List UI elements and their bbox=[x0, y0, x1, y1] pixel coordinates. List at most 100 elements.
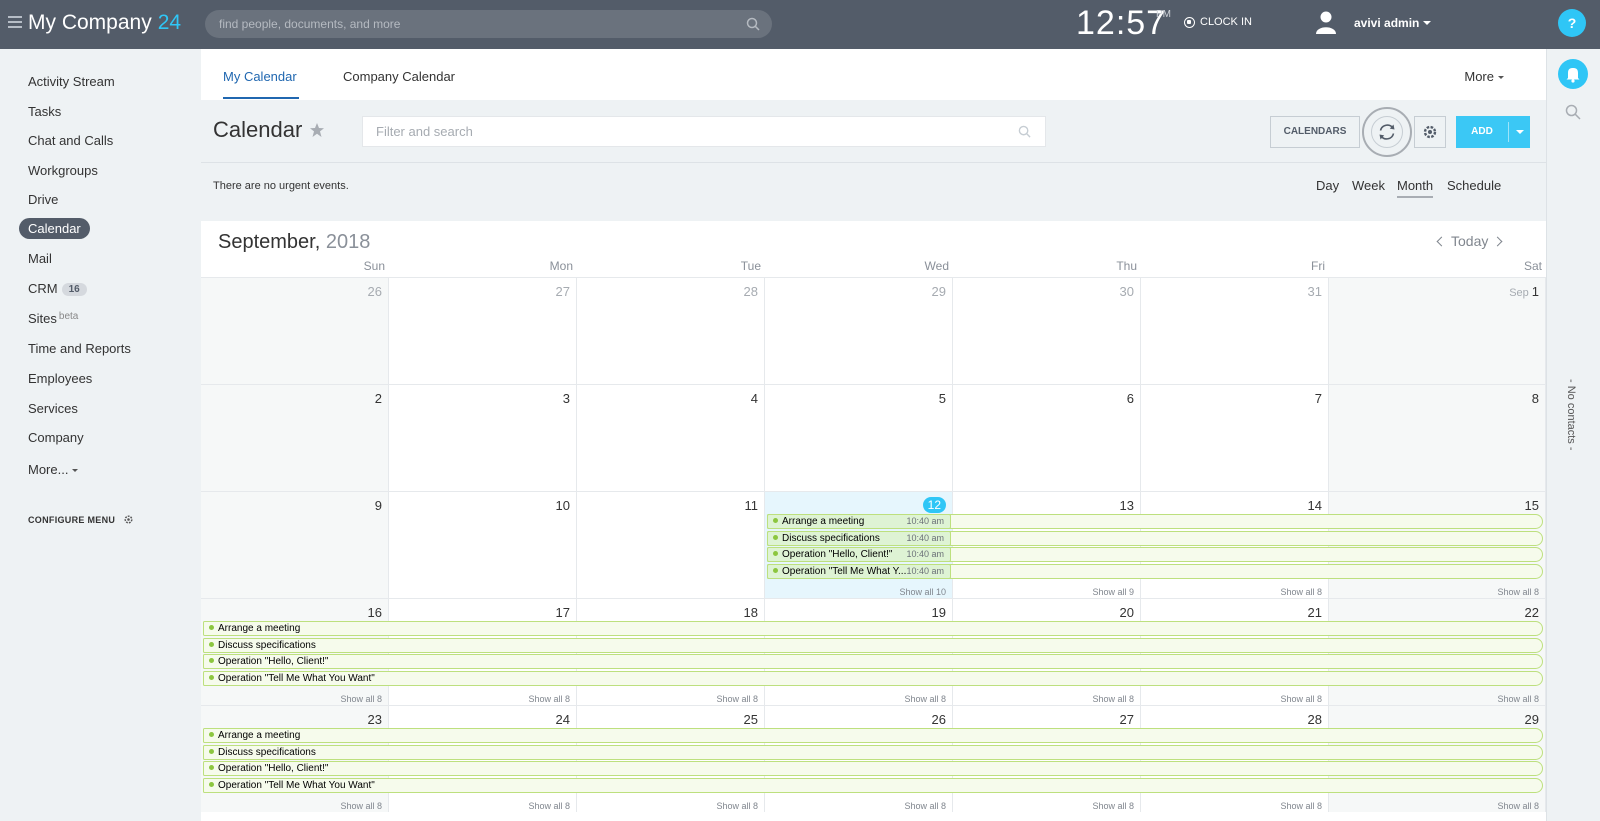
chevron-down-icon[interactable] bbox=[1516, 130, 1524, 134]
global-search[interactable] bbox=[205, 10, 772, 38]
show-all-link[interactable]: Show all 8 bbox=[1092, 694, 1134, 704]
calendar-day[interactable]: 31 bbox=[1141, 277, 1329, 384]
calendar-event[interactable]: Operation "Tell Me What You Want" bbox=[203, 670, 1543, 686]
filter-search-input[interactable] bbox=[376, 117, 996, 146]
event-dot-icon bbox=[773, 534, 778, 540]
settings-button[interactable] bbox=[1414, 116, 1446, 148]
sync-button[interactable] bbox=[1362, 107, 1412, 157]
calendar-day[interactable]: 5 bbox=[765, 384, 953, 491]
chevron-down-icon[interactable] bbox=[1423, 21, 1431, 25]
show-all-link[interactable]: Show all 9 bbox=[1092, 587, 1134, 597]
show-all-link[interactable]: Show all 8 bbox=[1280, 694, 1322, 704]
sidebar-item-employees[interactable]: Employees bbox=[28, 371, 92, 386]
no-contacts-label: - No contacts - bbox=[1565, 379, 1577, 451]
chevron-left-icon[interactable] bbox=[1436, 236, 1447, 246]
sidebar-item-sites[interactable]: Sites beta bbox=[28, 311, 78, 326]
calendar-event[interactable]: Discuss specifications 10:40 am bbox=[767, 530, 951, 546]
sidebar-item-chat-and-calls[interactable]: Chat and Calls bbox=[28, 133, 113, 148]
show-all-link[interactable]: Show all 8 bbox=[1497, 587, 1539, 597]
calendar-day[interactable]: 3 bbox=[389, 384, 577, 491]
filter-search[interactable] bbox=[362, 116, 1046, 147]
calendars-button[interactable]: CALENDARS bbox=[1270, 116, 1360, 148]
sidebar-item-company[interactable]: Company bbox=[28, 430, 84, 445]
user-name[interactable]: avivi admin bbox=[1354, 16, 1419, 30]
calendar-day[interactable]: 4 bbox=[577, 384, 765, 491]
calendar-day[interactable]: 2 bbox=[201, 384, 389, 491]
calendar-event[interactable]: Discuss specifications bbox=[203, 744, 1543, 760]
sidebar-item-mail[interactable]: Mail bbox=[28, 251, 52, 266]
calendar-event[interactable]: Arrange a meeting bbox=[203, 621, 1543, 636]
calendar-day[interactable]: 28 bbox=[577, 277, 765, 384]
calendar-day[interactable]: 29 bbox=[765, 277, 953, 384]
calendar-day[interactable]: 6 bbox=[953, 384, 1141, 491]
event-dot-icon bbox=[209, 658, 214, 663]
sidebar-item-workgroups[interactable]: Workgroups bbox=[28, 163, 98, 178]
search-icon[interactable] bbox=[1018, 125, 1031, 138]
calendar-day[interactable]: 8 bbox=[1329, 384, 1546, 491]
show-all-link[interactable]: Show all 8 bbox=[340, 801, 382, 811]
notifications-button[interactable] bbox=[1558, 59, 1588, 89]
view-month[interactable]: Month bbox=[1397, 178, 1434, 198]
show-all-link[interactable]: Show all 8 bbox=[1497, 694, 1539, 704]
sidebar-item-services[interactable]: Services bbox=[28, 401, 78, 416]
view-week[interactable]: Week bbox=[1352, 178, 1385, 193]
show-all-link[interactable]: Show all 8 bbox=[716, 694, 758, 704]
show-all-link[interactable]: Show all 8 bbox=[1280, 587, 1322, 597]
show-all-link[interactable]: Show all 8 bbox=[904, 694, 946, 704]
search-icon[interactable] bbox=[746, 17, 760, 31]
search-icon[interactable] bbox=[1565, 104, 1581, 120]
calendar-day[interactable]: 9 bbox=[201, 491, 389, 598]
calendar-event[interactable]: Operation "Hello, Client!" bbox=[203, 761, 1543, 776]
show-all-link[interactable]: Show all 8 bbox=[340, 694, 382, 704]
calendar-tabs: My Calendar Company Calendar More bbox=[201, 49, 1546, 100]
sidebar-item-crm[interactable]: CRM 16 bbox=[28, 281, 87, 296]
calendar-event[interactable]: Arrange a meeting bbox=[203, 728, 1543, 743]
star-icon[interactable] bbox=[309, 122, 325, 138]
day-number: 29 bbox=[1524, 712, 1539, 727]
clock-ampm: PM bbox=[1156, 9, 1171, 20]
sidebar-item-calendar[interactable]: Calendar bbox=[19, 218, 90, 239]
calendar-event[interactable]: Arrange a meeting 10:40 am bbox=[767, 514, 951, 529]
show-all-link[interactable]: Show all 8 bbox=[904, 801, 946, 811]
configure-menu-button[interactable]: CONFIGURE MENU bbox=[28, 514, 134, 525]
more-menu-button[interactable]: More bbox=[1464, 69, 1504, 84]
tab-my-calendar[interactable]: My Calendar bbox=[223, 69, 297, 84]
show-all-link[interactable]: Show all 8 bbox=[716, 801, 758, 811]
sidebar-item-time-and-reports[interactable]: Time and Reports bbox=[28, 341, 131, 356]
logo[interactable]: My Company 24 bbox=[28, 11, 181, 35]
chevron-right-icon[interactable] bbox=[1492, 236, 1503, 246]
calendar-day[interactable]: 11 bbox=[577, 491, 765, 598]
calendar-event[interactable]: Operation "Tell Me What You Want" bbox=[203, 777, 1543, 793]
add-button[interactable]: ADD bbox=[1456, 116, 1530, 148]
help-button[interactable]: ? bbox=[1558, 9, 1586, 37]
show-all-link[interactable]: Show all 10 bbox=[899, 587, 946, 597]
today-button[interactable]: Today bbox=[1451, 233, 1488, 249]
hamburger-icon[interactable] bbox=[8, 16, 22, 28]
event-title: Operation "Hello, Client!" bbox=[218, 763, 329, 774]
clock-in-button[interactable]: CLOCK IN bbox=[1184, 16, 1252, 28]
calendar-event[interactable]: Operation "Hello, Client!" 10:40 am bbox=[767, 547, 951, 562]
show-all-link[interactable]: Show all 8 bbox=[528, 694, 570, 704]
sidebar-item-activity-stream[interactable]: Activity Stream bbox=[28, 74, 115, 89]
show-all-link[interactable]: Show all 8 bbox=[1280, 801, 1322, 811]
sidebar-item-tasks[interactable]: Tasks bbox=[28, 104, 61, 119]
calendar-day[interactable]: 7 bbox=[1141, 384, 1329, 491]
calendar-event[interactable]: Operation "Hello, Client!" bbox=[203, 654, 1543, 669]
calendar-event[interactable]: Operation "Tell Me What Y... 10:40 am bbox=[767, 563, 951, 579]
show-all-link[interactable]: Show all 8 bbox=[1092, 801, 1134, 811]
calendar-event[interactable]: Discuss specifications bbox=[203, 637, 1543, 653]
show-all-link[interactable]: Show all 8 bbox=[528, 801, 570, 811]
calendar-day[interactable]: 26 bbox=[201, 277, 389, 384]
calendar-day[interactable]: 30 bbox=[953, 277, 1141, 384]
global-search-input[interactable] bbox=[219, 10, 719, 38]
sidebar-item-more[interactable]: More... bbox=[28, 462, 79, 477]
calendar-day[interactable]: 27 bbox=[389, 277, 577, 384]
show-all-link[interactable]: Show all 8 bbox=[1497, 801, 1539, 811]
sidebar-item-drive[interactable]: Drive bbox=[28, 192, 58, 207]
calendar-day[interactable]: Sep 1 bbox=[1329, 277, 1546, 384]
tab-company-calendar[interactable]: Company Calendar bbox=[343, 69, 455, 84]
view-day[interactable]: Day bbox=[1316, 178, 1339, 193]
view-schedule[interactable]: Schedule bbox=[1447, 178, 1501, 193]
user-avatar-icon[interactable] bbox=[1314, 10, 1338, 34]
calendar-day[interactable]: 10 bbox=[389, 491, 577, 598]
